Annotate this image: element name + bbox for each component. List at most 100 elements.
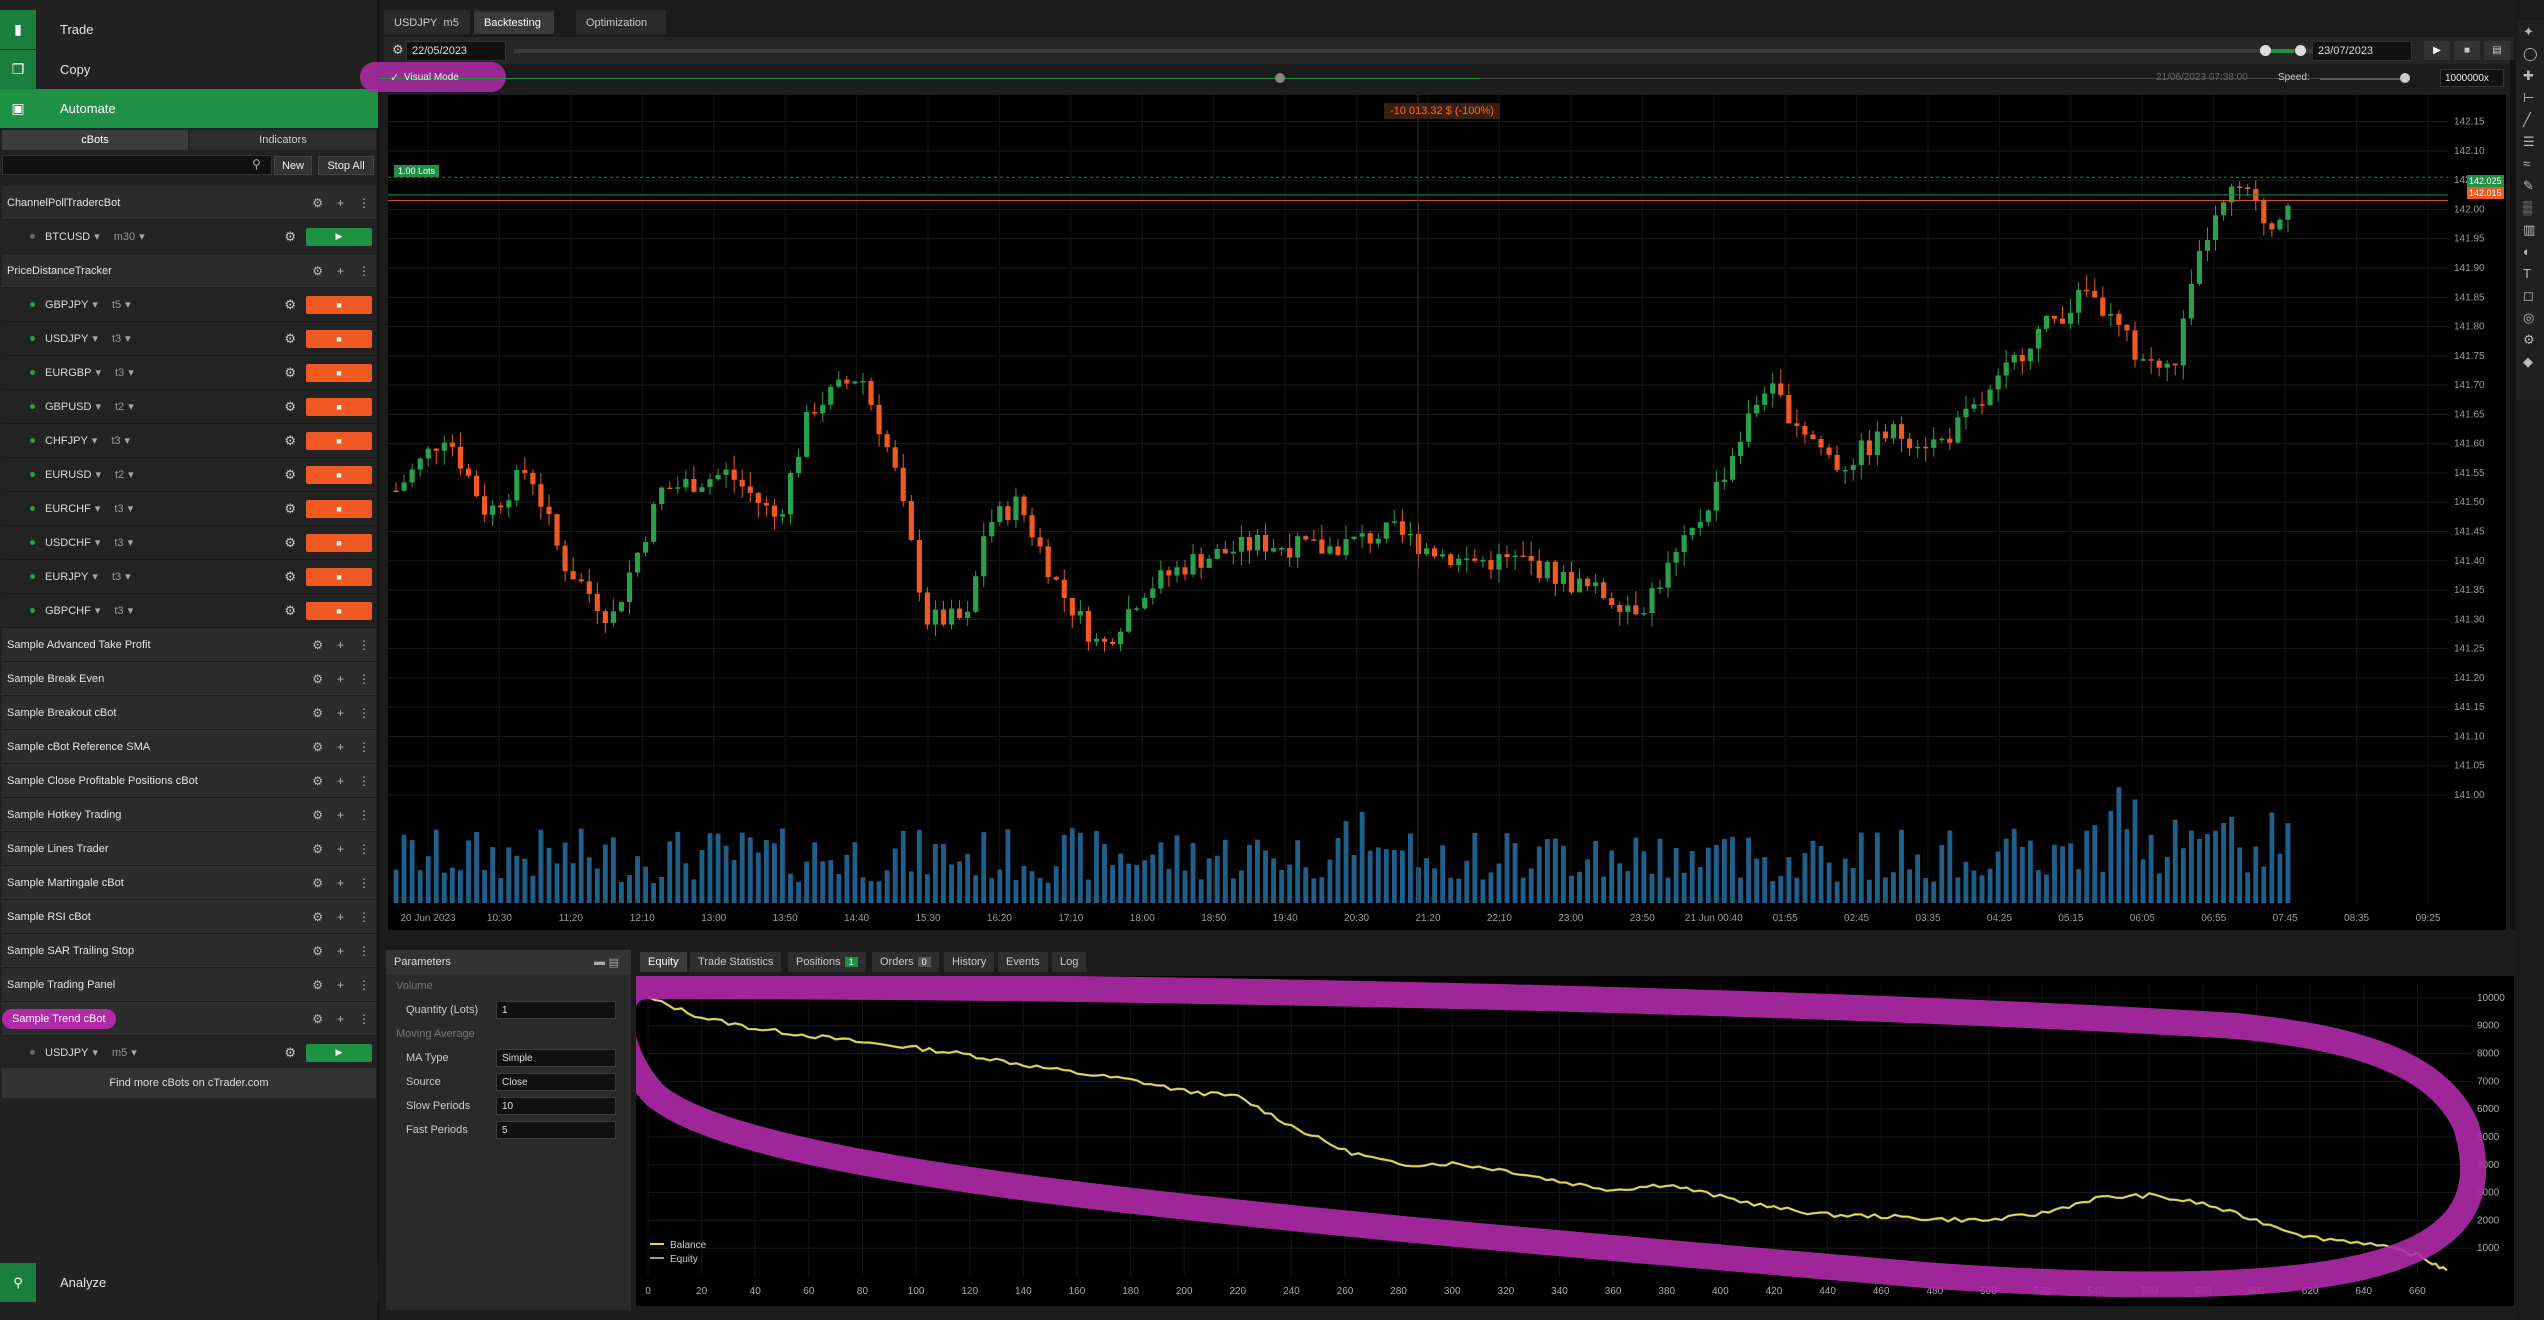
gear-icon[interactable]: ⚙	[284, 467, 296, 483]
stop-cbot-button[interactable]: ■	[306, 499, 372, 518]
cbot-search-input[interactable]	[2, 155, 272, 175]
plus-icon[interactable]: +	[337, 706, 344, 720]
stop-cbot-button[interactable]: ■	[306, 601, 372, 620]
drawing-tool-icon[interactable]: ☰	[2523, 134, 2535, 150]
cbot-instance[interactable]: BTCUSD ▾ m30 ▾ ⚙ ▶	[2, 220, 376, 254]
drawing-tool-icon[interactable]: ≈	[2523, 156, 2530, 171]
start-date-input[interactable]: 22/05/2023	[406, 41, 506, 61]
search-icon[interactable]: ⚲	[252, 157, 261, 171]
add-instance-icon[interactable]: ⚙	[312, 876, 323, 890]
cbot-group[interactable]: Sample Break Even ⚙ + ⋮	[2, 662, 376, 696]
cbot-group[interactable]: Sample Close Profitable Positions cBot ⚙ +…	[2, 764, 376, 798]
save-icon[interactable]: ▤	[609, 956, 619, 969]
price-chart[interactable]: 142.15142.10142.05142.00141.95141.90141.…	[388, 95, 2506, 930]
stop-cbot-button[interactable]: ■	[306, 567, 372, 586]
chevron-down-icon[interactable]: ▾	[128, 502, 134, 515]
drawing-tool-icon[interactable]: ✚	[2523, 68, 2534, 84]
more-menu-icon[interactable]: ⋮	[358, 706, 370, 720]
end-date-input[interactable]: 23/07/2023	[2312, 41, 2412, 61]
chevron-down-icon[interactable]: ▾	[128, 366, 134, 379]
plus-icon[interactable]: +	[337, 740, 344, 754]
speed-value[interactable]: 1000000x	[2440, 69, 2504, 87]
tab-equity[interactable]: Equity	[640, 952, 687, 972]
chevron-down-icon[interactable]: ▾	[125, 570, 131, 583]
chevron-down-icon[interactable]: ▾	[95, 400, 101, 413]
cbot-group[interactable]: PriceDistanceTracker ⚙ + ⋮	[2, 254, 376, 288]
cbot-instance[interactable]: EURJPY ▾ t3 ▾ ⚙ ■	[2, 560, 376, 594]
plus-icon[interactable]: +	[337, 774, 344, 788]
add-instance-icon[interactable]: ⚙	[312, 774, 323, 788]
plus-icon[interactable]: +	[337, 1012, 344, 1026]
more-menu-icon[interactable]: ⋮	[358, 196, 370, 210]
chevron-down-icon[interactable]: ▾	[95, 502, 101, 515]
visual-progress-handle[interactable]	[1275, 73, 1285, 83]
cbot-group[interactable]: Sample Breakout cBot ⚙ + ⋮	[2, 696, 376, 730]
stop-all-button[interactable]: Stop All	[318, 156, 374, 175]
cbot-instance[interactable]: GBPUSD ▾ t2 ▾ ⚙ ■	[2, 390, 376, 424]
tab-cbots[interactable]: cBots	[2, 130, 188, 150]
chevron-down-icon[interactable]: ▾	[92, 434, 98, 447]
stop-cbot-button[interactable]: ■	[306, 329, 372, 348]
chevron-down-icon[interactable]: ▾	[92, 1046, 98, 1059]
cbot-instance[interactable]: USDJPY ▾ m5 ▾ ⚙ ▶	[2, 1036, 376, 1070]
chevron-down-icon[interactable]: ▾	[92, 298, 98, 311]
more-menu-icon[interactable]: ⋮	[358, 1012, 370, 1026]
add-instance-icon[interactable]: ⚙	[312, 842, 323, 856]
drawing-tool-icon[interactable]: ◎	[2523, 310, 2534, 326]
cbot-instance[interactable]: USDJPY ▾ t3 ▾ ⚙ ■	[2, 322, 376, 356]
cbot-instance[interactable]: GBPJPY ▾ t5 ▾ ⚙ ■	[2, 288, 376, 322]
tab-symbol[interactable]: USDJPY m5	[384, 10, 470, 34]
gear-icon[interactable]: ⚙	[284, 229, 296, 245]
settings-gear-icon[interactable]: ⚙	[392, 42, 404, 58]
new-cbot-button[interactable]: New	[274, 156, 312, 175]
plus-icon[interactable]: +	[337, 672, 344, 686]
gear-icon[interactable]: ⚙	[284, 535, 296, 551]
more-menu-icon[interactable]: ⋮	[358, 842, 370, 856]
more-menu-icon[interactable]: ⋮	[358, 672, 370, 686]
chevron-down-icon[interactable]: ▾	[92, 570, 98, 583]
stop-cbot-button[interactable]: ■	[306, 431, 372, 450]
drawing-tool-icon[interactable]: ⊢	[2523, 90, 2534, 106]
chevron-down-icon[interactable]: ▾	[139, 230, 145, 243]
cbot-instance[interactable]: EURUSD ▾ t2 ▾ ⚙ ■	[2, 458, 376, 492]
tab-optimization[interactable]: Optimization	[576, 10, 666, 34]
chevron-down-icon[interactable]: ▾	[95, 366, 101, 379]
cbot-group[interactable]: Sample Trend cBot ⚙ + ⋮	[2, 1002, 376, 1036]
tab-orders[interactable]: Orders 0	[872, 952, 939, 972]
tab-trade-statistics[interactable]: Trade Statistics	[690, 952, 782, 972]
chevron-down-icon[interactable]: ▾	[131, 1046, 137, 1059]
chevron-down-icon[interactable]: ▾	[125, 332, 131, 345]
drawing-tool-icon[interactable]: ✦	[2523, 24, 2534, 40]
gear-icon[interactable]: ⚙	[284, 399, 296, 415]
chevron-down-icon[interactable]: ▾	[128, 604, 134, 617]
cbot-group[interactable]: Sample Lines Trader ⚙ + ⋮	[2, 832, 376, 866]
add-instance-icon[interactable]: ⚙	[312, 910, 323, 924]
find-more-cbots-button[interactable]: Find more cBots on cTrader.com	[2, 1068, 376, 1098]
minimize-icon[interactable]: ▬	[594, 956, 605, 968]
chevron-down-icon[interactable]: ▾	[125, 434, 131, 447]
add-instance-icon[interactable]: ⚙	[312, 638, 323, 652]
plus-icon[interactable]: +	[337, 842, 344, 856]
nav-copy[interactable]: ❐ Copy	[0, 50, 378, 89]
range-start-handle[interactable]	[2260, 45, 2271, 56]
add-instance-icon[interactable]: ⚙	[312, 264, 323, 278]
nav-automate[interactable]: ▣ Automate	[0, 89, 378, 128]
nav-analyze[interactable]: ⚲ Analyze	[0, 1263, 378, 1302]
tab-positions[interactable]: Positions 1	[788, 952, 866, 972]
speed-handle[interactable]	[2400, 73, 2410, 83]
add-instance-icon[interactable]: ⚙	[312, 944, 323, 958]
chevron-down-icon[interactable]: ▾	[95, 468, 101, 481]
cbot-group[interactable]: Sample Martingale cBot ⚙ + ⋮	[2, 866, 376, 900]
cbot-instance[interactable]: USDCHF ▾ t3 ▾ ⚙ ■	[2, 526, 376, 560]
cbot-group[interactable]: Sample cBot Reference SMA ⚙ + ⋮	[2, 730, 376, 764]
more-menu-icon[interactable]: ⋮	[358, 264, 370, 278]
more-menu-icon[interactable]: ⋮	[358, 740, 370, 754]
add-instance-icon[interactable]: ⚙	[312, 672, 323, 686]
more-menu-icon[interactable]: ⋮	[358, 774, 370, 788]
chevron-down-icon[interactable]: ▾	[94, 230, 100, 243]
add-instance-icon[interactable]: ⚙	[312, 706, 323, 720]
cbot-group[interactable]: Sample Trading Panel ⚙ + ⋮	[2, 968, 376, 1002]
tab-log[interactable]: Log	[1052, 952, 1087, 972]
chevron-down-icon[interactable]: ▾	[128, 468, 134, 481]
start-cbot-button[interactable]: ▶	[306, 1043, 372, 1062]
